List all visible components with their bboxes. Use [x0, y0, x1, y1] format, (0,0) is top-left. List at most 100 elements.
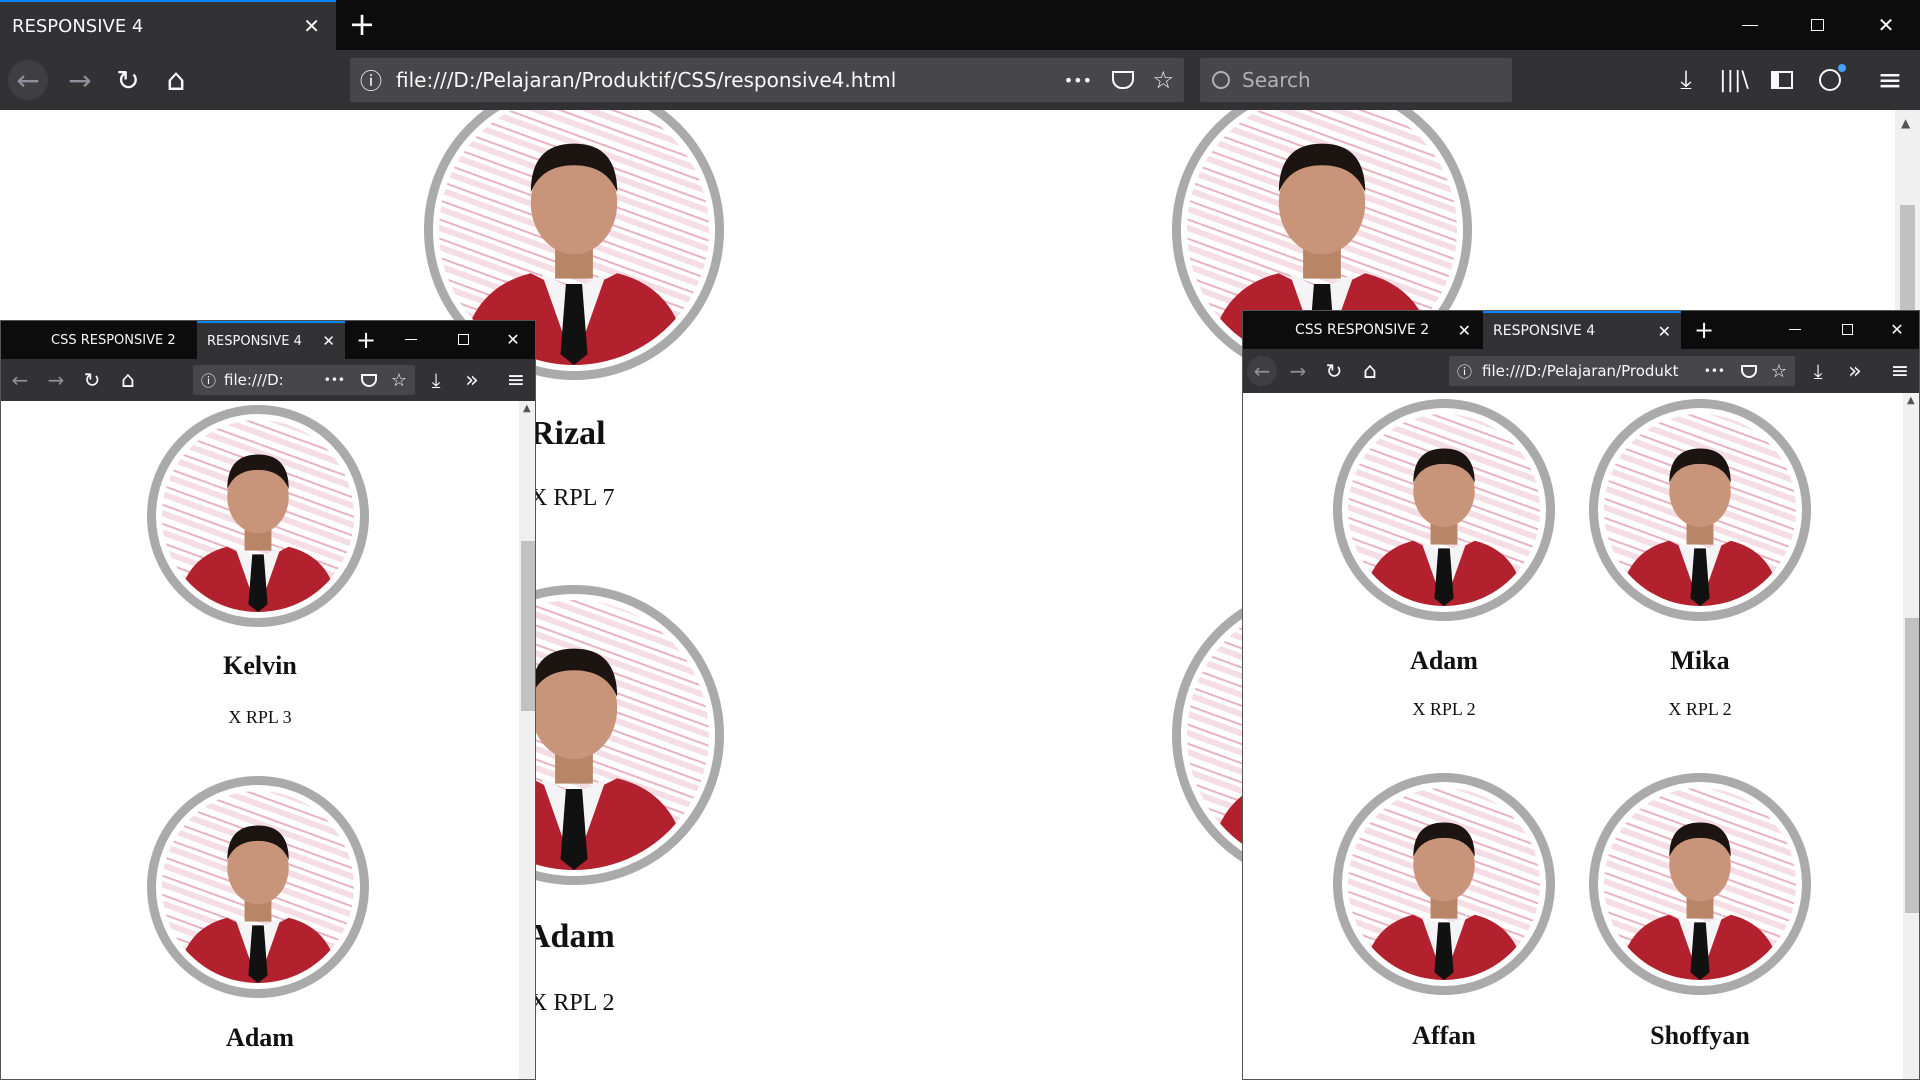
profile-avatar: [1333, 773, 1555, 995]
close-window-icon[interactable]: ✕: [1866, 10, 1906, 40]
back-icon[interactable]: ←: [8, 60, 48, 100]
maximize-icon[interactable]: [451, 327, 475, 351]
url-bar[interactable]: ⓘ file:///D:/Pelajaran/Produkt ••• ☆: [1449, 356, 1795, 386]
minimize-icon[interactable]: [1783, 317, 1807, 341]
new-tab-icon[interactable]: +: [344, 5, 380, 43]
profile-avatar: [1589, 399, 1811, 621]
home-icon[interactable]: ⌂: [156, 60, 196, 100]
right-page: Adam Mika X RPL 2 X RPL 2 Affan Shoffyan: [1243, 393, 1903, 1079]
profile-class: X RPL 2: [1668, 699, 1732, 719]
scroll-up-arrow[interactable]: ▲: [1901, 116, 1910, 130]
download-icon[interactable]: ⤓: [1666, 60, 1706, 100]
close-window-icon[interactable]: ✕: [501, 327, 525, 351]
right-tabstrip: CSS RESPONSIVE 2 ✕ RESPONSIVE 4 ✕ + ✕: [1243, 311, 1919, 349]
search-bar[interactable]: Search: [1200, 58, 1512, 102]
search-icon: [1212, 71, 1230, 89]
right-window: CSS RESPONSIVE 2 ✕ RESPONSIVE 4 ✕ + ✕ ← …: [1242, 310, 1920, 1080]
left-scrollbar[interactable]: ▲: [519, 401, 535, 1079]
sidebar-icon[interactable]: [1762, 60, 1802, 100]
close-tab-icon[interactable]: ✕: [303, 14, 320, 38]
profile-avatar: [1589, 773, 1811, 995]
left-navbar: ← → ↻ ⌂ ⓘ file:///D:/ ••• ☆ ⤓ » ≡: [1, 359, 535, 401]
scroll-up-arrow[interactable]: ▲: [1907, 395, 1915, 406]
new-tab-icon[interactable]: +: [1689, 315, 1719, 345]
pocket-icon[interactable]: [361, 373, 377, 387]
pocket-icon[interactable]: [1741, 364, 1757, 378]
tab-responsive-4[interactable]: RESPONSIVE 4 ✕: [197, 321, 345, 359]
download-icon[interactable]: ⤓: [421, 365, 451, 395]
back-icon[interactable]: ←: [1247, 356, 1277, 386]
more-icon[interactable]: •••: [1704, 364, 1725, 378]
right-scrollbar[interactable]: ▲: [1903, 393, 1919, 1079]
url-bar[interactable]: ⓘ file:///D:/Pelajaran/Produktif/CSS/res…: [350, 58, 1184, 102]
reload-icon[interactable]: ↻: [1319, 356, 1349, 386]
main-tabstrip: RESPONSIVE 4 ✕ + ✕: [0, 0, 1920, 50]
reload-icon[interactable]: ↻: [108, 60, 148, 100]
tab-css-responsive-2[interactable]: CSS RESPONSIVE 2 ✕: [1285, 311, 1481, 349]
left-window: CSS RESPONSIVE 2 RESPONSIVE 4 ✕ + ✕ ← → …: [0, 320, 536, 1080]
scroll-up-arrow[interactable]: ▲: [523, 403, 531, 414]
reload-icon[interactable]: ↻: [77, 365, 107, 395]
overflow-icon[interactable]: »: [1840, 356, 1870, 386]
profile-name: Adam: [1410, 646, 1478, 675]
student-photo: [1604, 788, 1796, 980]
restore-icon[interactable]: [1797, 10, 1837, 40]
back-icon[interactable]: ←: [5, 365, 35, 395]
tab-responsive-4[interactable]: RESPONSIVE 4 ✕: [0, 0, 336, 50]
tab-label: RESPONSIVE 4: [207, 333, 302, 349]
tab-label: CSS RESPONSIVE 2: [51, 332, 176, 348]
close-tab-icon[interactable]: ✕: [1458, 321, 1471, 340]
pocket-icon[interactable]: [1112, 71, 1134, 89]
close-tab-icon[interactable]: ✕: [322, 332, 335, 350]
profile-name: Mika: [1670, 646, 1730, 675]
overflow-icon[interactable]: »: [457, 365, 487, 395]
profile-name: Shoffyan: [1650, 1021, 1750, 1050]
close-window-icon[interactable]: ✕: [1885, 317, 1909, 341]
tab-css-responsive-2[interactable]: CSS RESPONSIVE 2: [41, 321, 196, 359]
menu-icon[interactable]: ≡: [1870, 60, 1910, 100]
bookmark-star-icon[interactable]: ☆: [1152, 66, 1174, 94]
main-navbar: ← → ↻ ⌂ ⓘ file:///D:/Pelajaran/Produktif…: [0, 50, 1920, 110]
profile-name: Adam: [226, 1023, 294, 1052]
profile-class: X RPL 7: [530, 485, 615, 511]
profile-class: X RPL 3: [228, 707, 292, 727]
library-icon[interactable]: |||\: [1714, 60, 1754, 100]
info-icon[interactable]: ⓘ: [360, 64, 382, 96]
student-photo: [1348, 788, 1540, 980]
forward-icon[interactable]: →: [41, 365, 71, 395]
menu-icon[interactable]: ≡: [1885, 356, 1915, 386]
minimize-icon[interactable]: [399, 327, 423, 351]
profile-avatar: [147, 776, 369, 998]
info-icon[interactable]: ⓘ: [201, 370, 216, 391]
profile-avatar: [147, 405, 369, 627]
new-tab-icon[interactable]: +: [351, 325, 381, 355]
account-icon[interactable]: [1810, 60, 1850, 100]
download-icon[interactable]: ⤓: [1803, 356, 1833, 386]
more-icon[interactable]: •••: [1064, 71, 1092, 90]
search-placeholder: Search: [1242, 68, 1311, 92]
bookmark-star-icon[interactable]: ☆: [391, 370, 407, 391]
student-photo: [162, 791, 354, 983]
bookmark-star-icon[interactable]: ☆: [1771, 361, 1787, 382]
profile-avatar: [1333, 399, 1555, 621]
maximize-icon[interactable]: [1835, 317, 1859, 341]
url-bar[interactable]: ⓘ file:///D:/ ••• ☆: [193, 365, 415, 395]
menu-icon[interactable]: ≡: [501, 365, 531, 395]
right-scroll-thumb[interactable]: [1905, 618, 1919, 913]
url-text: file:///D:/Pelajaran/Produkt: [1482, 362, 1679, 380]
info-icon[interactable]: ⓘ: [1457, 361, 1472, 382]
left-scroll-thumb[interactable]: [521, 541, 535, 711]
close-tab-icon[interactable]: ✕: [1658, 322, 1671, 341]
home-icon[interactable]: ⌂: [1355, 356, 1385, 386]
student-photo: [162, 420, 354, 612]
more-icon[interactable]: •••: [324, 373, 345, 387]
minimize-icon[interactable]: [1730, 10, 1770, 40]
left-page: Kelvin X RPL 3 Adam: [1, 401, 519, 1079]
forward-icon[interactable]: →: [60, 60, 100, 100]
profile-name: Rizal: [530, 415, 606, 452]
home-icon[interactable]: ⌂: [113, 365, 143, 395]
tab-responsive-4[interactable]: RESPONSIVE 4 ✕: [1483, 311, 1681, 349]
profile-name: Kelvin: [223, 651, 297, 680]
tab-label: CSS RESPONSIVE 2: [1295, 322, 1430, 338]
forward-icon[interactable]: →: [1283, 356, 1313, 386]
